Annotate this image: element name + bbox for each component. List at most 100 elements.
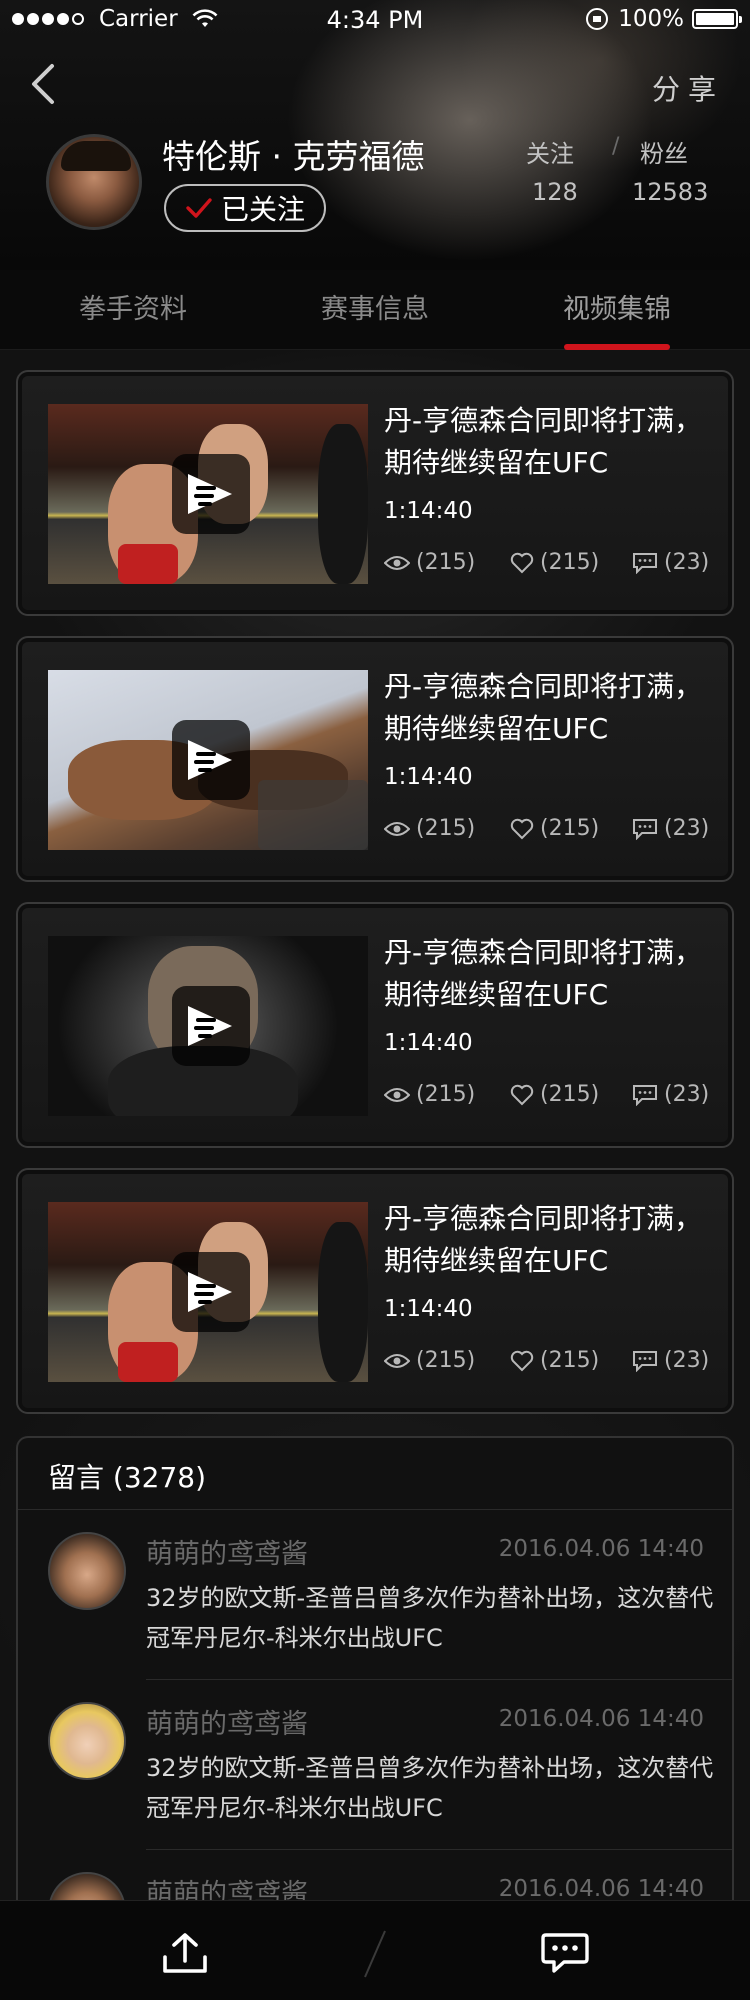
play-button[interactable]	[172, 720, 250, 800]
comment-time: 2016.04.06 14:40	[498, 1706, 704, 1732]
comment-icon	[633, 552, 657, 574]
like-count-value: (215)	[540, 816, 600, 841]
follow-label: 已关注	[220, 193, 305, 226]
comment-item: 萌萌的鸢鸢酱 2016.04.06 14:40	[18, 1850, 732, 1906]
like-count-value: (215)	[540, 1082, 600, 1107]
comment-count-value: (23)	[664, 550, 710, 575]
video-card[interactable]: 丹-亨德森合同即将打满，期待继续留在UFC 1:14:40 (215) (215…	[16, 636, 734, 882]
fighter-avatar	[46, 134, 142, 230]
like-count[interactable]: (215)	[510, 550, 599, 575]
comment-bubble-icon[interactable]	[540, 1931, 590, 1977]
video-title: 丹-亨德森合同即将打满，期待继续留在UFC	[384, 936, 703, 1011]
profile-tabs: 拳手资料 赛事信息 视频集锦	[0, 270, 750, 350]
eye-icon	[384, 821, 410, 836]
fans-count[interactable]: 12583	[632, 178, 708, 206]
back-arrow-icon[interactable]	[28, 62, 58, 106]
comment-count[interactable]: (23)	[632, 1082, 709, 1107]
video-duration: 1:14:40	[384, 1296, 473, 1322]
video-title: 丹-亨德森合同即将打满，期待继续留在UFC	[384, 670, 703, 745]
check-icon	[186, 198, 212, 218]
view-count-value: (215)	[416, 550, 476, 575]
comment-count[interactable]: (23)	[632, 816, 709, 841]
tab-video-highlights[interactable]: 视频集锦	[492, 270, 742, 350]
comment-icon	[633, 818, 657, 840]
like-count-value: (215)	[540, 1348, 600, 1373]
tab-fighter-profile[interactable]: 拳手资料	[8, 270, 258, 350]
comments-section: 留言 (3278) 萌萌的鸢鸢酱 2016.04.06 14:40 32岁的欧文…	[16, 1436, 734, 1906]
commenter-name[interactable]: 萌萌的鸢鸢酱	[146, 1532, 308, 1571]
play-button[interactable]	[172, 986, 250, 1066]
like-count[interactable]: (215)	[510, 1082, 599, 1107]
fighter-name: 特伦斯 · 克劳福德	[162, 137, 425, 176]
comment-time: 2016.04.06 14:40	[498, 1876, 704, 1902]
battery-area: 100%	[586, 6, 742, 32]
comment-time: 2016.04.06 14:40	[498, 1536, 704, 1562]
toolbar-separator	[364, 1930, 386, 1978]
like-count[interactable]: (215)	[510, 816, 599, 841]
comment-item: 萌萌的鸢鸢酱 2016.04.06 14:40 32岁的欧文斯-圣普吕曾多次作为…	[18, 1680, 732, 1850]
video-thumbnail	[48, 1202, 368, 1382]
heart-icon	[510, 552, 534, 573]
following-count[interactable]: 128	[532, 178, 578, 206]
comment-text: 32岁的欧文斯-圣普吕曾多次作为替补出场，这次替代冠军丹尼尔-科米尔出战UFC	[146, 1584, 714, 1652]
like-count[interactable]: (215)	[510, 1348, 599, 1373]
bottom-toolbar	[0, 1900, 750, 2000]
video-duration: 1:14:40	[384, 498, 473, 524]
view-count: (215)	[384, 550, 475, 575]
play-icon	[188, 474, 232, 514]
profile-header: Carrier 4:34 PM 100% 分享 特伦斯 · 克劳福德 已关注 关…	[0, 0, 750, 270]
heart-icon	[510, 1350, 534, 1371]
video-thumbnail	[48, 936, 368, 1116]
eye-icon	[384, 1353, 410, 1368]
view-count-value: (215)	[416, 816, 476, 841]
play-icon	[188, 1006, 232, 1046]
share-button[interactable]: 分享	[652, 68, 724, 108]
comments-title: 留言 (3278)	[48, 1461, 207, 1494]
comment-count[interactable]: (23)	[632, 550, 709, 575]
battery-icon	[692, 9, 742, 29]
view-count-value: (215)	[416, 1082, 476, 1107]
following-label: 关注	[526, 140, 574, 168]
video-title: 丹-亨德森合同即将打满，期待继续留在UFC	[384, 1202, 703, 1277]
comments-header: 留言 (3278)	[18, 1438, 732, 1510]
video-thumbnail	[48, 404, 368, 584]
video-thumbnail	[48, 670, 368, 850]
video-card[interactable]: 丹-亨德森合同即将打满，期待继续留在UFC 1:14:40 (215) (215…	[16, 1168, 734, 1414]
battery-percent: 100%	[618, 6, 684, 32]
comment-icon	[633, 1084, 657, 1106]
comment-count[interactable]: (23)	[632, 1348, 709, 1373]
commenter-avatar[interactable]	[48, 1702, 126, 1780]
view-count-value: (215)	[416, 1348, 476, 1373]
video-card[interactable]: 丹-亨德森合同即将打满，期待继续留在UFC 1:14:40 (215) (215…	[16, 370, 734, 616]
status-bar: Carrier 4:34 PM 100%	[0, 0, 750, 40]
video-duration: 1:14:40	[384, 764, 473, 790]
comment-count-value: (23)	[664, 1348, 710, 1373]
follow-button[interactable]: 已关注	[164, 184, 326, 232]
play-icon	[188, 740, 232, 780]
play-icon	[188, 1272, 232, 1312]
view-count: (215)	[384, 1082, 475, 1107]
fighter-stats: 关注 / 粉丝 128 12583	[526, 134, 716, 214]
fans-label: 粉丝	[640, 140, 688, 168]
tab-event-info[interactable]: 赛事信息	[250, 270, 500, 350]
heart-icon	[510, 818, 534, 839]
stats-separator: /	[612, 134, 620, 159]
heart-icon	[510, 1084, 534, 1105]
commenter-avatar[interactable]	[48, 1532, 126, 1610]
view-count: (215)	[384, 1348, 475, 1373]
video-card[interactable]: 丹-亨德森合同即将打满，期待继续留在UFC 1:14:40 (215) (215…	[16, 902, 734, 1148]
video-title: 丹-亨德森合同即将打满，期待继续留在UFC	[384, 404, 703, 479]
view-count: (215)	[384, 816, 475, 841]
upload-icon[interactable]	[160, 1931, 210, 1977]
eye-icon	[384, 555, 410, 570]
comment-count-value: (23)	[664, 1082, 710, 1107]
comment-text: 32岁的欧文斯-圣普吕曾多次作为替补出场，这次替代冠军丹尼尔-科米尔出战UFC	[146, 1754, 714, 1822]
commenter-name[interactable]: 萌萌的鸢鸢酱	[146, 1702, 308, 1741]
play-button[interactable]	[172, 1252, 250, 1332]
video-duration: 1:14:40	[384, 1030, 473, 1056]
comment-icon	[633, 1350, 657, 1372]
comment-item: 萌萌的鸢鸢酱 2016.04.06 14:40 32岁的欧文斯-圣普吕曾多次作为…	[18, 1510, 732, 1680]
rotation-lock-icon	[586, 8, 609, 30]
eye-icon	[384, 1087, 410, 1102]
play-button[interactable]	[172, 454, 250, 534]
